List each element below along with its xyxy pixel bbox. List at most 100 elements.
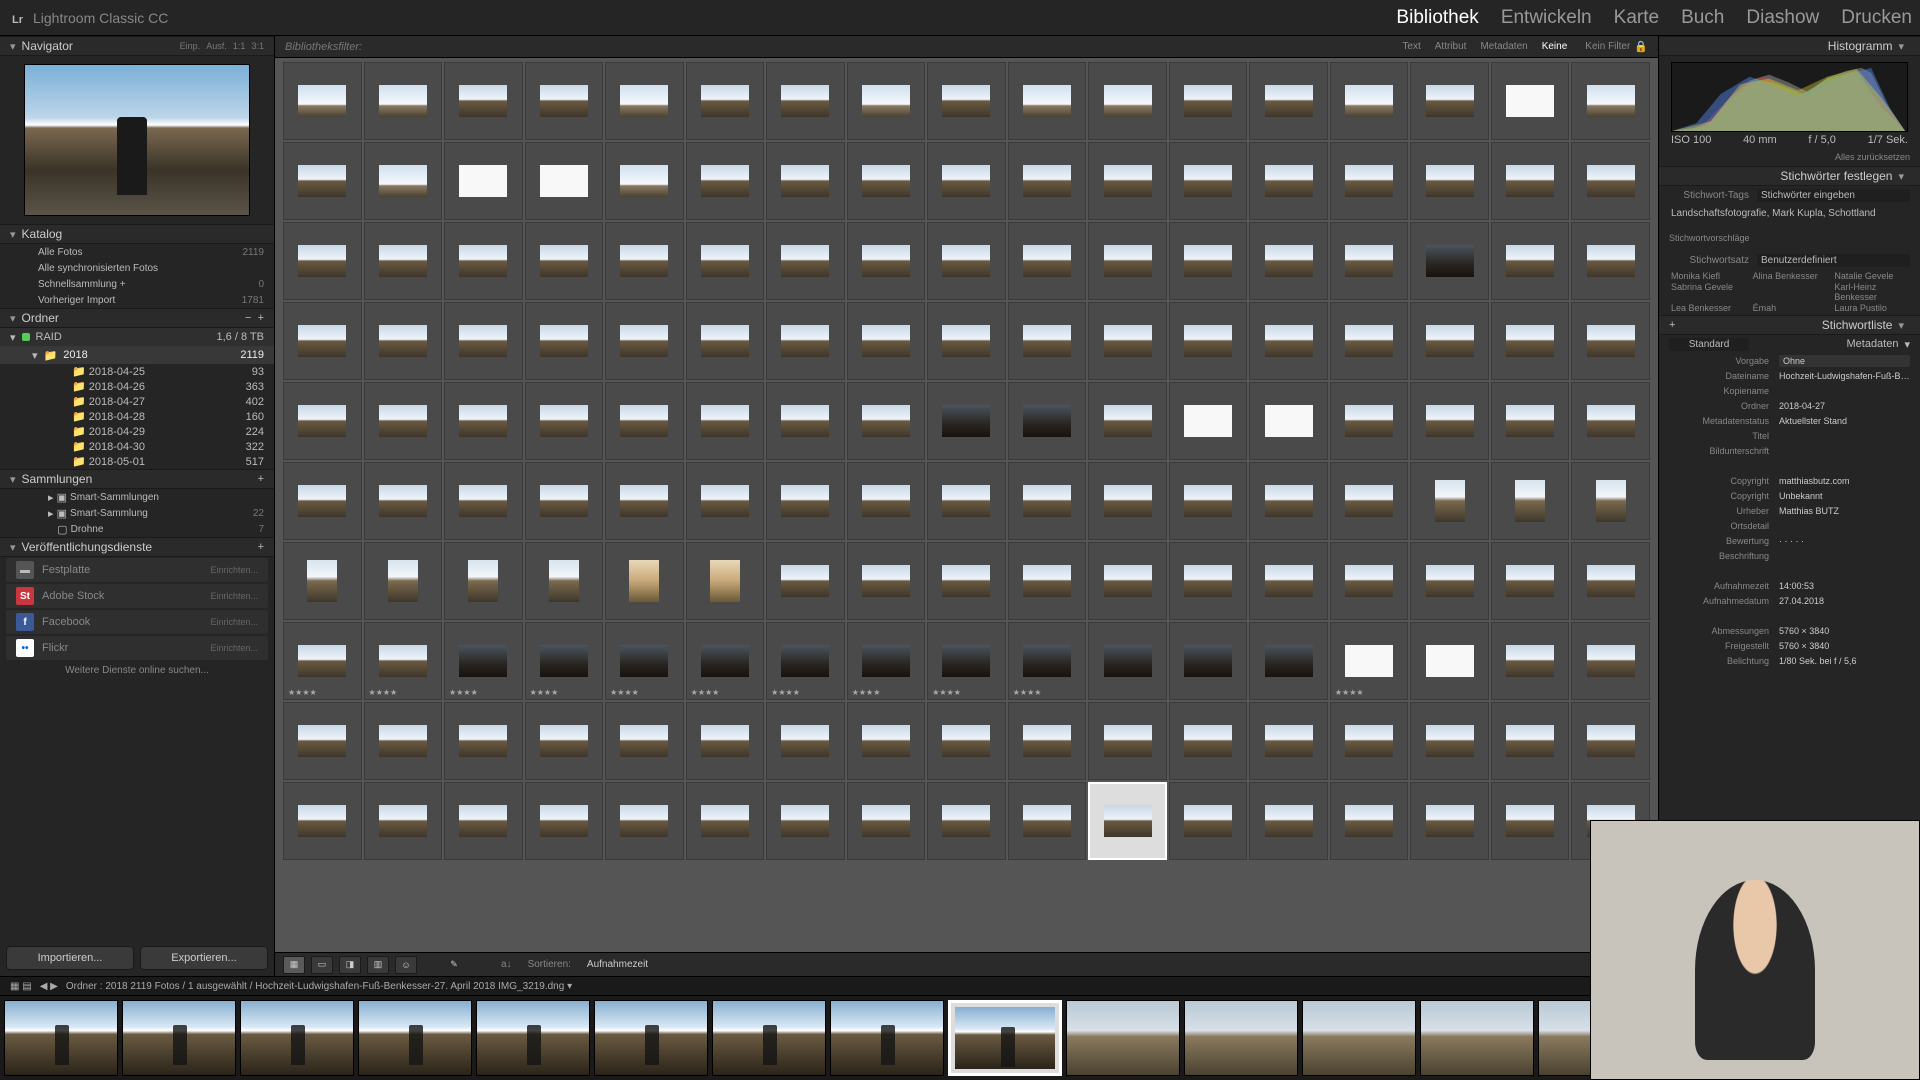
grid-cell[interactable]: [1410, 462, 1489, 540]
grid-cell[interactable]: [1008, 462, 1087, 540]
grid-cell[interactable]: [525, 542, 604, 620]
metadata-row[interactable]: Beschriftung: [1659, 548, 1920, 563]
module-slideshow[interactable]: Diashow: [1746, 7, 1819, 29]
grid-cell[interactable]: [444, 782, 523, 860]
grid-cell[interactable]: [364, 782, 443, 860]
grid-cell[interactable]: [766, 62, 845, 140]
grid-cell[interactable]: [1088, 142, 1167, 220]
grid-cell[interactable]: [1491, 382, 1570, 460]
grid-cell[interactable]: [283, 542, 362, 620]
grid-cell[interactable]: [1410, 62, 1489, 140]
filmstrip-thumb[interactable]: [1420, 1000, 1534, 1076]
view-grid-icon[interactable]: ▦: [283, 956, 305, 974]
grid-cell[interactable]: [1249, 782, 1328, 860]
folders-header[interactable]: ▾ Ordner − +: [0, 308, 274, 328]
grid-cell[interactable]: [1008, 62, 1087, 140]
metadata-row[interactable]: Titel: [1659, 428, 1920, 443]
metadata-row[interactable]: Aufnahmezeit14:00:53: [1659, 578, 1920, 593]
module-develop[interactable]: Entwickeln: [1501, 7, 1592, 29]
grid-cell[interactable]: ★★★★: [283, 622, 362, 700]
folder-date[interactable]: 📁 2018-04-26363: [0, 379, 274, 394]
grid-cell[interactable]: [1169, 782, 1248, 860]
grid-cell[interactable]: [1249, 622, 1328, 700]
grid-cell[interactable]: [927, 382, 1006, 460]
grid-cell[interactable]: [1169, 462, 1248, 540]
module-book[interactable]: Buch: [1681, 7, 1724, 29]
filmstrip-thumb[interactable]: [4, 1000, 118, 1076]
grid-cell[interactable]: [1410, 382, 1489, 460]
grid-cell[interactable]: [1008, 222, 1087, 300]
filmstrip-thumb[interactable]: [594, 1000, 708, 1076]
metadata-row[interactable]: Aufnahmedatum27.04.2018: [1659, 593, 1920, 608]
grid-cell[interactable]: [1330, 62, 1409, 140]
grid-cell[interactable]: ★★★★: [364, 622, 443, 700]
filmstrip-thumb[interactable]: [122, 1000, 236, 1076]
grid-cell[interactable]: [605, 462, 684, 540]
grid-cell[interactable]: [1571, 382, 1650, 460]
folder-date[interactable]: 📁 2018-04-27402: [0, 394, 274, 409]
grid-cell[interactable]: [927, 702, 1006, 780]
kw-person[interactable]: Laura Pustilo: [1834, 303, 1908, 313]
grid-cell[interactable]: [1571, 462, 1650, 540]
filter-text[interactable]: Text: [1402, 41, 1420, 52]
metadata-row[interactable]: CopyrightUnbekannt: [1659, 488, 1920, 503]
grid-cell[interactable]: ★★★★: [927, 622, 1006, 700]
sort-direction-icon[interactable]: a↓: [501, 959, 512, 970]
catalog-header[interactable]: ▾ Katalog: [0, 224, 274, 244]
grid-cell[interactable]: [1249, 62, 1328, 140]
catalog-all-photos[interactable]: Alle Fotos2119: [0, 244, 274, 260]
filmstrip-thumb[interactable]: [1302, 1000, 1416, 1076]
filmstrip-thumb[interactable]: [712, 1000, 826, 1076]
grid-cell[interactable]: [525, 222, 604, 300]
kw-person[interactable]: Alina Benkesser: [1753, 271, 1827, 281]
path-nav-arrows[interactable]: ◀ ▶: [40, 981, 58, 992]
nav-fit[interactable]: Einp.: [180, 41, 201, 51]
grid-cell[interactable]: [927, 142, 1006, 220]
keywords-header[interactable]: Stichwörter festlegen ▾: [1659, 166, 1920, 186]
kw-person[interactable]: Karl-Heinz Benkesser: [1834, 282, 1908, 302]
grid-cell[interactable]: [1008, 542, 1087, 620]
grid-cell[interactable]: [1169, 222, 1248, 300]
grid-cell[interactable]: [847, 302, 926, 380]
grid-cell[interactable]: [1169, 62, 1248, 140]
grid-cell[interactable]: [847, 702, 926, 780]
grid-cell[interactable]: [1088, 62, 1167, 140]
filmstrip-thumb[interactable]: [830, 1000, 944, 1076]
metadata-row[interactable]: Ordner2018-04-27: [1659, 398, 1920, 413]
nav-1to1[interactable]: 1:1: [233, 41, 246, 51]
grid-cell[interactable]: [1330, 702, 1409, 780]
grid-cell[interactable]: [1008, 782, 1087, 860]
grid-cell[interactable]: [1491, 702, 1570, 780]
catalog-synced[interactable]: Alle synchronisierten Fotos: [0, 260, 274, 276]
filmstrip-thumb[interactable]: [1066, 1000, 1180, 1076]
grid-cell[interactable]: [1330, 222, 1409, 300]
grid-cell[interactable]: ★★★★: [1008, 622, 1087, 700]
kw-person[interactable]: Émah: [1753, 303, 1827, 313]
publish-harddrive[interactable]: ▬FestplatteEinrichten...: [6, 558, 268, 582]
grid-cell[interactable]: [686, 782, 765, 860]
folder-date[interactable]: 📁 2018-04-30322: [0, 439, 274, 454]
grid-cell[interactable]: [1491, 142, 1570, 220]
grid-cell[interactable]: [1410, 542, 1489, 620]
grid-cell[interactable]: [1330, 382, 1409, 460]
grid-cell[interactable]: [525, 142, 604, 220]
grid-cell[interactable]: ★★★★: [525, 622, 604, 700]
metadata-row[interactable]: Bewertung· · · · ·: [1659, 533, 1920, 548]
collections-plus[interactable]: +: [258, 473, 264, 485]
folder-date[interactable]: 📁 2018-04-29224: [0, 424, 274, 439]
module-map[interactable]: Karte: [1614, 7, 1659, 29]
grid-cell[interactable]: [847, 382, 926, 460]
grid-cell[interactable]: [927, 462, 1006, 540]
grid-cell[interactable]: [444, 222, 523, 300]
publish-plus[interactable]: +: [258, 541, 264, 553]
view-compare-icon[interactable]: ◨: [339, 956, 361, 974]
collection-item[interactable]: ▸ ▣ Smart-Sammlungen: [0, 489, 274, 505]
grid-cell[interactable]: [1491, 782, 1570, 860]
grid-cell[interactable]: [1008, 302, 1087, 380]
metadata-row[interactable]: Belichtung1/80 Sek. bei f / 5,6: [1659, 653, 1920, 668]
grid-cell[interactable]: [1571, 142, 1650, 220]
grid-cell[interactable]: [686, 382, 765, 460]
collections-header[interactable]: ▾ Sammlungen +: [0, 469, 274, 489]
grid-cell[interactable]: [1571, 542, 1650, 620]
grid-cell[interactable]: ★★★★: [686, 622, 765, 700]
